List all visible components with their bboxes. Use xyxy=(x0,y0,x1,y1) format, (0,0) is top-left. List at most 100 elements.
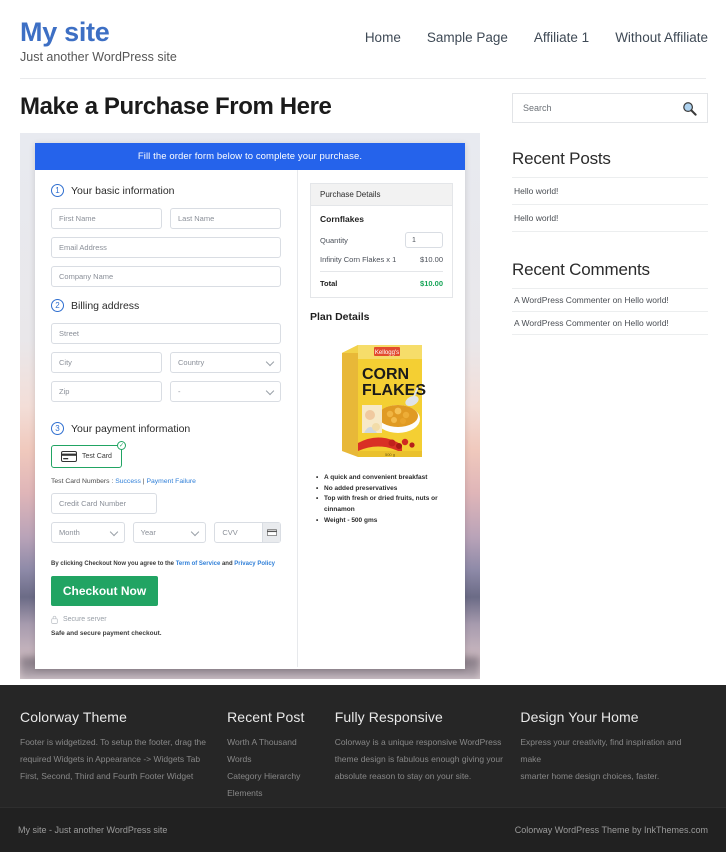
search-icon[interactable] xyxy=(682,101,697,116)
product-name: Cornflakes xyxy=(320,214,364,224)
country-select-value: Country xyxy=(178,358,205,367)
zip-state-row: Zip - xyxy=(51,381,281,410)
footer-text-line: Footer is widgetized. To setup the foote… xyxy=(20,737,207,747)
cvv-value: CVV xyxy=(222,528,238,537)
footer-credit[interactable]: Colorway WordPress Theme by InkThemes.co… xyxy=(515,825,708,835)
recent-posts-title: Recent Posts xyxy=(512,149,611,168)
chevron-down-icon xyxy=(191,527,200,536)
step-2-label: Billing address xyxy=(71,299,140,312)
nav-item-affiliate-1[interactable]: Affiliate 1 xyxy=(534,30,589,45)
corn-flakes-box-image: Kellogg's CORN FLAKES 500 g xyxy=(341,345,426,457)
secure-server-row: Secure server xyxy=(51,615,281,624)
city-input[interactable]: City xyxy=(51,352,162,373)
state-select[interactable]: - xyxy=(170,381,281,402)
site-tagline: Just another WordPress site xyxy=(20,50,177,65)
expiry-cvv-row: Month Year CVV xyxy=(51,522,282,551)
order-form-card: Fill the order form below to complete yo… xyxy=(35,143,465,669)
order-body: 1 Your basic information First Name Last… xyxy=(35,170,465,667)
site-header: My site Just another WordPress site Home… xyxy=(0,0,726,79)
nav-item-sample-page[interactable]: Sample Page xyxy=(427,30,508,45)
list-item[interactable]: Hello world! xyxy=(512,205,708,232)
success-link[interactable]: Success xyxy=(115,478,141,485)
country-select[interactable]: Country xyxy=(170,352,281,373)
credit-card-number-input[interactable]: Credit Card Number xyxy=(51,493,157,514)
search-input[interactable]: Search xyxy=(523,103,552,113)
line-item-row: Infinity Corn Flakes x 1 $10.00 xyxy=(320,255,443,264)
expiry-year-value: Year xyxy=(140,528,156,537)
list-item: A quick and convenient breakfast xyxy=(316,473,453,484)
city-country-row: City Country xyxy=(51,352,281,381)
checkout-hero-background: Fill the order form below to complete yo… xyxy=(20,133,480,679)
zip-input[interactable]: Zip xyxy=(51,381,162,402)
company-input[interactable]: Company Name xyxy=(51,266,281,287)
order-banner: Fill the order form below to complete yo… xyxy=(35,143,465,170)
expiry-year-select[interactable]: Year xyxy=(132,522,207,543)
privacy-policy-link[interactable]: Privacy Policy xyxy=(234,561,275,567)
footer-link[interactable]: Elements xyxy=(227,785,321,802)
test-numbers-prefix: Test Card Numbers : xyxy=(51,478,116,485)
expiry-month-select[interactable]: Month xyxy=(51,522,125,543)
credit-card-icon xyxy=(61,451,77,462)
check-icon: ✓ xyxy=(116,441,126,450)
purchase-details-heading: Purchase Details xyxy=(311,184,452,206)
nav-item-home[interactable]: Home xyxy=(365,30,401,45)
checkout-now-button[interactable]: Checkout Now xyxy=(51,576,158,606)
site-title[interactable]: My site xyxy=(20,18,320,47)
name-row: First Name Last Name xyxy=(51,208,281,237)
footer-text-line: First, Second, Third and Fourth Footer W… xyxy=(20,771,194,781)
step-3-header: 3 Your payment information xyxy=(51,422,281,435)
list-item[interactable]: A WordPress Commenter on Hello world! xyxy=(512,289,708,312)
header-divider xyxy=(20,78,706,79)
footer-bottom-bar: My site - Just another WordPress site Co… xyxy=(0,807,726,852)
last-name-input[interactable]: Last Name xyxy=(170,208,281,229)
footer-column-text: Footer is widgetized. To setup the foote… xyxy=(20,734,213,785)
nav-item-without-affiliate[interactable]: Without Affiliate xyxy=(615,30,708,45)
total-price: $10.00 xyxy=(420,279,443,288)
footer-copyright: My site - Just another WordPress site xyxy=(18,825,168,835)
footer-column-recent-post: Recent Post Worth A Thousand Words Categ… xyxy=(227,709,335,807)
plan-bullet-list: A quick and convenient breakfast No adde… xyxy=(310,473,453,527)
step-1-number: 1 xyxy=(51,184,64,197)
plan-details-title: Plan Details xyxy=(310,311,370,323)
payment-failure-link[interactable]: Payment Failure xyxy=(146,478,196,485)
test-card-option[interactable]: Test Card ✓ xyxy=(51,441,126,468)
product-image: Kellogg's CORN FLAKES 500 g xyxy=(310,331,453,463)
list-item[interactable]: A WordPress Commenter on Hello world! xyxy=(512,312,708,335)
chevron-down-icon xyxy=(109,527,118,536)
footer-link[interactable]: Worth A Thousand Words xyxy=(227,734,321,768)
main-content: Make a Purchase From Here Fill the order… xyxy=(0,79,500,685)
recent-comments-title: Recent Comments xyxy=(512,260,650,279)
email-input[interactable]: Email Address xyxy=(51,237,281,258)
list-item: Top with fresh or dried fruits, nuts or … xyxy=(316,494,453,515)
step-3-label: Your payment information xyxy=(71,422,191,435)
total-label: Total xyxy=(320,279,338,288)
footer-column-text: Express your creativity, find inspiratio… xyxy=(520,734,692,785)
footer-link[interactable]: Category Hierarchy xyxy=(227,768,321,785)
line-item-label: Infinity Corn Flakes x 1 xyxy=(320,255,397,264)
svg-text:500 g: 500 g xyxy=(384,452,394,457)
term-of-service-link[interactable]: Term of Service xyxy=(176,561,221,567)
step-1-label: Your basic information xyxy=(71,184,175,197)
list-item[interactable]: Hello world! xyxy=(512,178,708,205)
svg-text:CORN: CORN xyxy=(362,366,409,383)
line-item-price: $10.00 xyxy=(420,255,443,264)
cvv-input[interactable]: CVV xyxy=(214,522,282,543)
quantity-input[interactable]: 1 xyxy=(405,232,443,248)
lock-icon xyxy=(51,615,58,624)
test-card-label: Test Card xyxy=(82,453,112,460)
expiry-month-value: Month xyxy=(59,528,80,537)
street-input[interactable]: Street xyxy=(51,323,281,344)
footer-text-line: absolute reason to stay on your site. xyxy=(334,771,472,781)
terms-and: and xyxy=(220,561,235,567)
test-card-numbers-hint: Test Card Numbers : Success | Payment Fa… xyxy=(51,478,281,485)
recent-comments-list: A WordPress Commenter on Hello world! A … xyxy=(512,288,708,335)
safe-checkout-note: Safe and secure payment checkout. xyxy=(51,630,162,637)
chevron-down-icon xyxy=(265,386,275,395)
footer-text-line: smarter home design choices, faster. xyxy=(520,771,660,781)
first-name-input[interactable]: First Name xyxy=(51,208,162,229)
step-1-header: 1 Your basic information xyxy=(51,184,281,197)
footer-text-line: required Widgets in Appearance -> Widget… xyxy=(20,754,201,764)
step-3-number: 3 xyxy=(51,422,64,435)
search-widget[interactable]: Search xyxy=(512,93,708,123)
cvv-card-icon xyxy=(262,523,281,542)
